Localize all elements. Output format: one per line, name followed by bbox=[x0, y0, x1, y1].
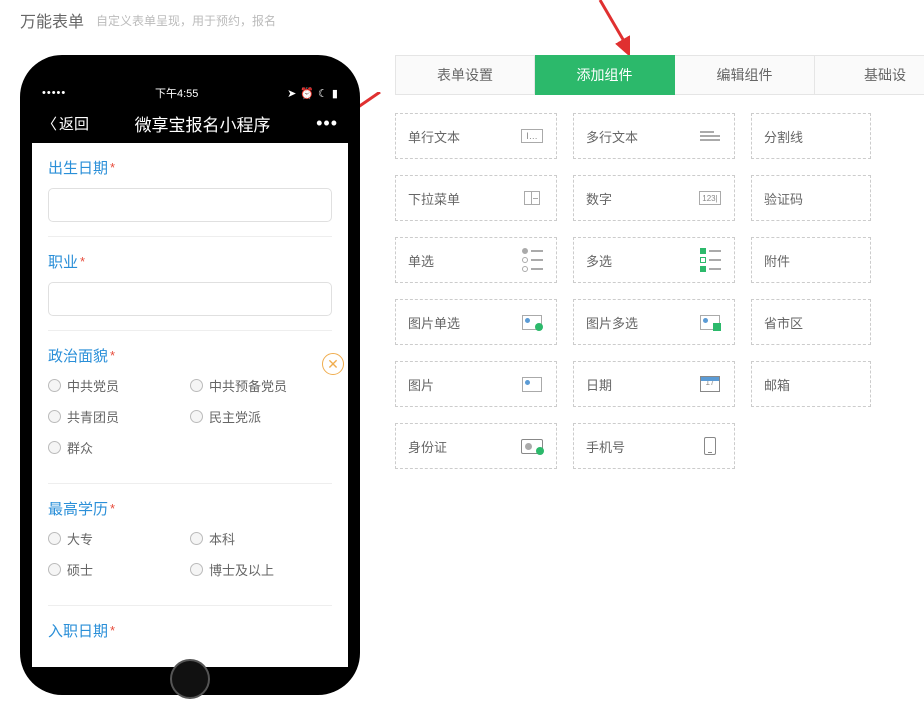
radio-option[interactable]: 本科 bbox=[190, 529, 332, 548]
edu-label: 最高学历* bbox=[48, 498, 332, 519]
component-multi-text[interactable]: 多行文本 bbox=[573, 113, 735, 159]
radio-option[interactable]: 民主党派 bbox=[190, 407, 332, 426]
status-icons: ➤ ⏰ ☾ ▮ bbox=[287, 87, 338, 100]
tabs: 表单设置 添加组件 编辑组件 基础设 bbox=[395, 55, 924, 95]
more-button[interactable]: ••• bbox=[316, 113, 338, 134]
radio-option[interactable]: 共青团员 bbox=[48, 407, 190, 426]
radio-option[interactable]: 硕士 bbox=[48, 560, 190, 579]
component-single-text[interactable]: 单行文本I… bbox=[395, 113, 557, 159]
moon-icon: ☾ bbox=[318, 87, 328, 100]
required-star-icon: * bbox=[80, 254, 85, 269]
component-attachment[interactable]: 附件 bbox=[751, 237, 871, 283]
tab-settings[interactable]: 表单设置 bbox=[395, 55, 535, 95]
edu-section: 最高学历* 大专 本科 硕士 博士及以上 bbox=[48, 484, 332, 606]
tab-basic-settings[interactable]: 基础设 bbox=[815, 55, 924, 95]
radio-icon bbox=[190, 532, 203, 545]
number-icon: 123| bbox=[698, 189, 722, 207]
tab-add-component[interactable]: 添加组件 bbox=[535, 55, 675, 95]
component-idcard[interactable]: 身份证 bbox=[395, 423, 557, 469]
radio-icon bbox=[190, 410, 203, 423]
radio-option[interactable]: 大专 bbox=[48, 529, 190, 548]
radio-icon bbox=[48, 379, 61, 392]
birth-input[interactable] bbox=[48, 188, 332, 222]
required-star-icon: * bbox=[110, 501, 115, 516]
component-pic-radio[interactable]: 图片单选 bbox=[395, 299, 557, 345]
radio-icon bbox=[190, 379, 203, 392]
radio-icon bbox=[48, 441, 61, 454]
multiline-icon bbox=[698, 127, 722, 145]
component-pic-checkbox[interactable]: 图片多选 bbox=[573, 299, 735, 345]
component-captcha[interactable]: 验证码 bbox=[751, 175, 871, 221]
close-section-button[interactable]: ✕ bbox=[322, 353, 344, 375]
signal-dots-icon: ••••• bbox=[42, 87, 66, 99]
edu-options: 大专 本科 硕士 博士及以上 bbox=[48, 529, 332, 591]
back-label: 返回 bbox=[59, 113, 89, 134]
alarm-icon: ⏰ bbox=[300, 87, 314, 100]
political-label: 政治面貌* bbox=[48, 345, 332, 366]
page-header: 万能表单 自定义表单呈现，用于预约，报名 bbox=[0, 0, 924, 40]
radio-icon bbox=[48, 563, 61, 576]
radio-option[interactable]: 中共预备党员 bbox=[190, 376, 332, 395]
nav-bar: 〈 返回 微享宝报名小程序 ••• bbox=[32, 103, 348, 143]
radio-option[interactable]: 博士及以上 bbox=[190, 560, 332, 579]
radio-icon bbox=[48, 410, 61, 423]
job-section: 职业* bbox=[48, 237, 332, 331]
page-title: 万能表单 bbox=[20, 8, 84, 32]
component-number[interactable]: 数字123| bbox=[573, 175, 735, 221]
nav-title: 微享宝报名小程序 bbox=[89, 111, 316, 136]
pic-check-icon bbox=[698, 313, 722, 331]
required-star-icon: * bbox=[110, 623, 115, 638]
component-checkbox[interactable]: 多选 bbox=[573, 237, 735, 283]
home-button-icon bbox=[170, 659, 210, 699]
form-scroll[interactable]: 出生日期* 职业* ✕ 政治面貌* 中共党员 中共预备党员 共青团员 bbox=[32, 143, 348, 667]
select-icon bbox=[520, 189, 544, 207]
phone-screen: ••••• 下午4:55 ➤ ⏰ ☾ ▮ 〈 返回 微享宝报名小程序 ••• 出… bbox=[32, 83, 348, 667]
component-divider[interactable]: 分割线 bbox=[751, 113, 871, 159]
component-pic[interactable]: 图片 bbox=[395, 361, 557, 407]
chevron-left-icon: 〈 bbox=[42, 113, 57, 134]
birth-section: 出生日期* bbox=[48, 143, 332, 237]
required-star-icon: * bbox=[110, 348, 115, 363]
component-grid: 单行文本I… 下拉菜单 单选 图片单选 图片 身份证 多行文本 数字123| 多… bbox=[395, 95, 924, 469]
component-date[interactable]: 日期17 bbox=[573, 361, 735, 407]
radio-icon bbox=[48, 532, 61, 545]
entry-section: 入职日期* bbox=[48, 606, 332, 665]
phone-mockup: ••••• 下午4:55 ➤ ⏰ ☾ ▮ 〈 返回 微享宝报名小程序 ••• 出… bbox=[20, 55, 360, 695]
pic-radio-icon bbox=[520, 313, 544, 331]
text-input-icon: I… bbox=[520, 127, 544, 145]
component-radio[interactable]: 单选 bbox=[395, 237, 557, 283]
id-card-icon bbox=[520, 437, 544, 455]
tab-edit-component[interactable]: 编辑组件 bbox=[675, 55, 815, 95]
job-label: 职业* bbox=[48, 251, 332, 272]
component-phone[interactable]: 手机号 bbox=[573, 423, 735, 469]
radio-list-icon bbox=[520, 251, 544, 269]
component-email[interactable]: 邮箱 bbox=[751, 361, 871, 407]
picture-icon bbox=[520, 375, 544, 393]
status-time: 下午4:55 bbox=[155, 85, 198, 101]
component-region[interactable]: 省市区 bbox=[751, 299, 871, 345]
status-bar: ••••• 下午4:55 ➤ ⏰ ☾ ▮ bbox=[32, 83, 348, 103]
job-input[interactable] bbox=[48, 282, 332, 316]
required-star-icon: * bbox=[110, 160, 115, 175]
entry-label: 入职日期* bbox=[48, 620, 332, 641]
birth-label: 出生日期* bbox=[48, 157, 332, 178]
calendar-icon: 17 bbox=[698, 375, 722, 393]
political-options: 中共党员 中共预备党员 共青团员 民主党派 群众 bbox=[48, 376, 332, 469]
radio-option[interactable]: 中共党员 bbox=[48, 376, 190, 395]
radio-icon bbox=[190, 563, 203, 576]
back-button[interactable]: 〈 返回 bbox=[42, 113, 89, 134]
battery-icon: ▮ bbox=[332, 87, 338, 100]
component-dropdown[interactable]: 下拉菜单 bbox=[395, 175, 557, 221]
right-panel: 表单设置 添加组件 编辑组件 基础设 单行文本I… 下拉菜单 单选 图片单选 图… bbox=[395, 55, 924, 469]
page-subtitle: 自定义表单呈现，用于预约，报名 bbox=[96, 12, 276, 29]
checkbox-list-icon bbox=[698, 251, 722, 269]
political-section: 政治面貌* 中共党员 中共预备党员 共青团员 民主党派 群众 bbox=[48, 331, 332, 484]
location-icon: ➤ bbox=[287, 87, 296, 100]
radio-option[interactable]: 群众 bbox=[48, 438, 190, 457]
phone-icon bbox=[698, 437, 722, 455]
